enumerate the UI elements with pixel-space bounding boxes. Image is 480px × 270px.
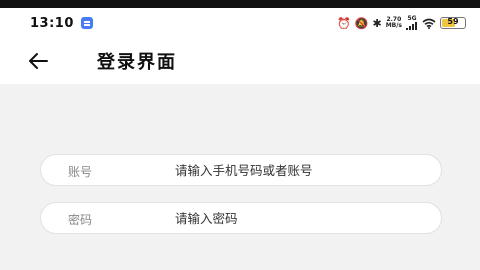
back-button[interactable] [26,50,50,72]
app-header: 登录界面 [0,38,480,84]
network-speed-unit: MB/s [385,22,402,29]
status-icons: ⏰ 🔕 ✱ 2.70 MB/s 5G 59 [337,15,466,31]
alarm-icon: ⏰ [337,16,351,30]
account-field[interactable]: 账号 [40,154,442,186]
password-field[interactable]: 密码 [40,202,442,234]
status-time: 13:10 [30,16,74,31]
mute-icon: 🔕 [354,16,369,30]
account-label: 账号 [68,165,93,179]
login-form-area: 账号 密码 [0,84,480,270]
bluetooth-icon: ✱ [372,16,382,30]
password-input[interactable] [175,207,425,229]
network-speed: 2.70 MB/s [386,17,402,29]
battery-level: 59 [447,17,459,26]
page-title: 登录界面 [97,52,177,73]
wifi-icon [422,18,436,29]
arrow-left-icon [29,53,48,69]
status-bar: 13:10 ⏰ 🔕 ✱ 2.70 MB/s 5G 59 [0,8,480,38]
battery-icon: 59 [440,17,466,29]
app-notification-icon [81,17,93,29]
password-label: 密码 [68,213,93,227]
signal-bars-icon [406,22,417,30]
cellular-signal: 5G [406,16,418,30]
top-edge-bar [0,0,480,8]
account-input[interactable] [175,159,425,181]
